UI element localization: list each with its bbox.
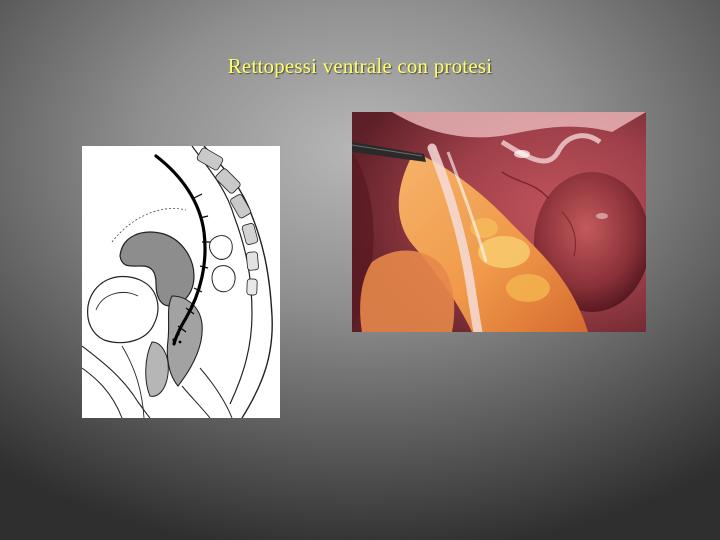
laparoscopic-photo [352,112,646,332]
anatomical-diagram-drawing [82,146,273,418]
slide: Rettopessi ventrale con protesi [0,0,720,540]
anatomical-diagram [82,146,280,418]
slide-title: Rettopessi ventrale con protesi [227,54,493,78]
laparoscopic-photo-drawing [352,112,646,332]
